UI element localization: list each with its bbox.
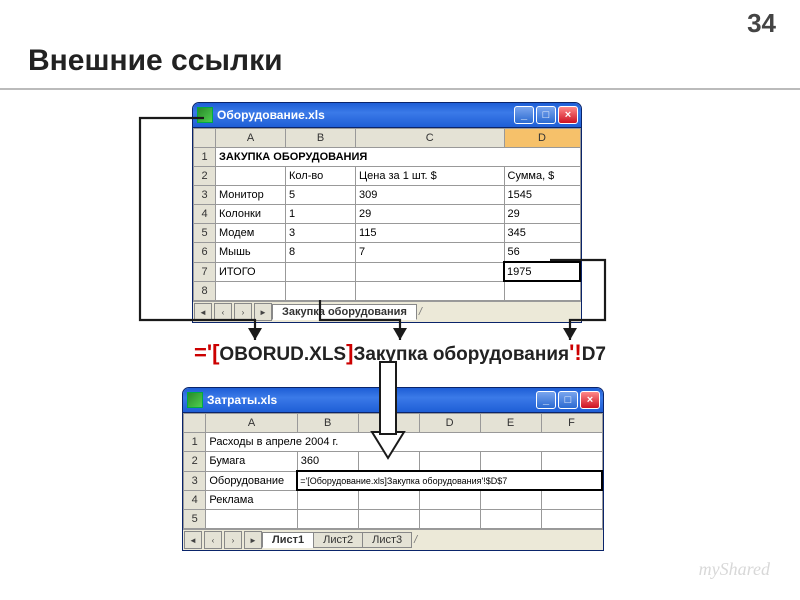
cell[interactable]: 3 [286,224,356,243]
row-3[interactable]: 3 [194,186,216,205]
row-1[interactable]: 1 [194,148,216,167]
row-1[interactable]: 1 [184,433,206,452]
close-button[interactable]: × [558,106,578,124]
excel-icon [187,392,203,408]
divider [0,88,800,90]
cell[interactable]: Мышь [216,243,286,263]
corner-cell[interactable] [194,129,216,148]
window-title: Оборудование.xls [217,108,514,122]
cell[interactable]: 5 [286,186,356,205]
row-6[interactable]: 6 [194,243,216,263]
sheet-tab[interactable]: Лист2 [313,532,363,548]
col-c[interactable]: C [358,414,419,433]
titlebar: Оборудование.xls _ □ × [193,103,581,128]
sheet-tab[interactable]: Лист3 [362,532,412,548]
row-7[interactable]: 7 [194,262,216,281]
formula-banner: ='[OBORUD.XLS]Закупка оборудования'!D7 [0,340,800,366]
col-c[interactable]: C [356,129,505,148]
prev-sheet-button[interactable]: ‹ [204,531,222,549]
cell[interactable]: 345 [504,224,580,243]
cell[interactable]: 1 [286,205,356,224]
sheet-tab-bar: ◄ ‹ › ► Лист1 Лист2 Лист3 / [183,529,603,550]
col-b[interactable]: B [286,129,356,148]
excel-window-zatraty: Затраты.xls _ □ × A B C D E F 1Расходы в… [182,387,604,551]
first-sheet-button[interactable]: ◄ [194,303,212,321]
next-sheet-button[interactable]: › [234,303,252,321]
cell[interactable]: 8 [286,243,356,263]
slide-number: 34 [747,8,776,39]
col-d[interactable]: D [504,129,580,148]
titlebar: Затраты.xls _ □ × [183,388,603,413]
last-sheet-button[interactable]: ► [254,303,272,321]
minimize-button[interactable]: _ [536,391,556,409]
first-sheet-button[interactable]: ◄ [184,531,202,549]
cell[interactable]: 7 [356,243,505,263]
prev-sheet-button[interactable]: ‹ [214,303,232,321]
row-5[interactable]: 5 [194,224,216,243]
next-sheet-button[interactable]: › [224,531,242,549]
minimize-button[interactable]: _ [514,106,534,124]
cell[interactable]: 115 [356,224,505,243]
watermark: myShared [699,559,770,580]
row-5[interactable]: 5 [184,510,206,529]
cell[interactable]: Модем [216,224,286,243]
sheet-tab[interactable]: Закупка оборудования [272,304,417,320]
maximize-button[interactable]: □ [536,106,556,124]
excel-window-oborud: Оборудование.xls _ □ × A B C D 1ЗАКУПКА … [192,102,582,323]
sheet-tab[interactable]: Лист1 [262,532,314,548]
cell[interactable]: 29 [356,205,505,224]
cell[interactable]: 360 [297,452,358,472]
worksheet[interactable]: A B C D 1ЗАКУПКА ОБОРУДОВАНИЯ 2Кол-воЦен… [193,128,581,301]
row-4[interactable]: 4 [194,205,216,224]
cell[interactable]: Оборудование [206,471,297,490]
col-d[interactable]: D [419,414,480,433]
cell[interactable]: Реклама [206,490,297,510]
row-2[interactable]: 2 [184,452,206,472]
cell-formula[interactable]: ='[Оборудование.xls]Закупка оборудования… [297,471,602,490]
row-4[interactable]: 4 [184,490,206,510]
cell-d7[interactable]: 1975 [504,262,580,281]
window-title: Затраты.xls [207,393,536,407]
row-8[interactable]: 8 [194,281,216,301]
row-3[interactable]: 3 [184,471,206,490]
header-cell[interactable]: Расходы в апреле 2004 г. [206,433,602,452]
col-e[interactable]: E [480,414,541,433]
sheet-tab-bar: ◄ ‹ › ► Закупка оборудования / [193,301,581,322]
cell[interactable]: 56 [504,243,580,263]
cell[interactable]: Колонки [216,205,286,224]
slide-title: Внешние ссылки [28,44,283,78]
col-f[interactable]: F [541,414,602,433]
cell[interactable]: 29 [504,205,580,224]
cell[interactable]: 1545 [504,186,580,205]
maximize-button[interactable]: □ [558,391,578,409]
cell[interactable]: Кол-во [286,167,356,186]
col-a[interactable]: A [206,414,297,433]
corner-cell[interactable] [184,414,206,433]
cell[interactable]: ИТОГО [216,262,286,281]
cell[interactable]: Монитор [216,186,286,205]
cell[interactable]: Цена за 1 шт. $ [356,167,505,186]
worksheet[interactable]: A B C D E F 1Расходы в апреле 2004 г. 2Б… [183,413,603,529]
last-sheet-button[interactable]: ► [244,531,262,549]
col-a[interactable]: A [216,129,286,148]
cell[interactable]: Бумага [206,452,297,472]
excel-icon [197,107,213,123]
close-button[interactable]: × [580,391,600,409]
col-b[interactable]: B [297,414,358,433]
header-cell[interactable]: ЗАКУПКА ОБОРУДОВАНИЯ [216,148,581,167]
cell[interactable]: 309 [356,186,505,205]
row-2[interactable]: 2 [194,167,216,186]
cell[interactable]: Сумма, $ [504,167,580,186]
